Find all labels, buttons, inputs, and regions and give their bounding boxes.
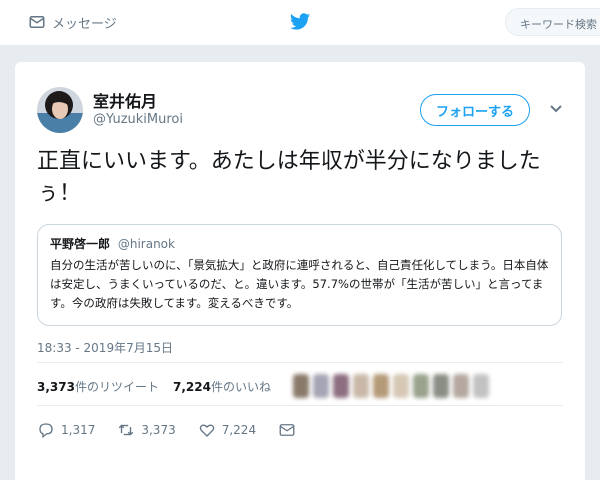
follow-button[interactable]: フォローする: [420, 94, 530, 126]
search-input[interactable]: キーワード検索: [505, 8, 600, 36]
direct-message-button[interactable]: [278, 421, 296, 439]
quoted-tweet-text: 自分の生活が苦しいのに、「景気拡大」と政府に連呼されると、自己責任化してしまう。…: [50, 258, 549, 310]
engagement-stats: 3,373件のリツイート 7,224件のいいね: [37, 378, 271, 395]
liker-avatar[interactable]: [293, 374, 309, 398]
tweet-actions: 1,317 3,373 7,224: [37, 420, 318, 440]
liker-avatar[interactable]: [333, 374, 349, 398]
liker-avatar[interactable]: [473, 374, 489, 398]
quoted-tweet-header: 平野啓一郎 @hiranok: [50, 235, 549, 252]
messages-label: メッセージ: [52, 16, 117, 32]
twitter-bird-icon[interactable]: [288, 11, 312, 33]
messages-nav-link[interactable]: メッセージ: [28, 12, 117, 32]
retweet-stat[interactable]: 3,373件のリツイート: [37, 378, 159, 395]
retweet-count: 3,373: [141, 423, 176, 437]
liker-avatar[interactable]: [453, 374, 469, 398]
like-stat-label: 件のいいね: [210, 380, 271, 394]
author-handle[interactable]: @YuzukiMuroi: [93, 112, 183, 127]
liker-avatar[interactable]: [353, 374, 369, 398]
envelope-icon: [29, 16, 45, 28]
retweet-button[interactable]: 3,373: [117, 421, 176, 439]
chevron-down-icon[interactable]: [548, 100, 564, 116]
liker-avatar[interactable]: [413, 374, 429, 398]
heart-icon: [199, 424, 214, 437]
author-name[interactable]: 室井佑月: [93, 88, 157, 112]
divider: [37, 362, 563, 363]
quoted-author-handle: @hiranok: [117, 237, 175, 251]
reply-count: 1,317: [61, 423, 96, 437]
liker-avatar[interactable]: [373, 374, 389, 398]
liker-avatar[interactable]: [393, 374, 409, 398]
reply-icon: [39, 423, 53, 439]
like-stat[interactable]: 7,224件のいいね: [173, 378, 271, 395]
tweet-timestamp[interactable]: 18:33 - 2019年7月15日: [37, 339, 173, 356]
reply-button[interactable]: 1,317: [37, 421, 95, 439]
tweet-text: 正直にいいます。あたしは年収が半分になりましたぅ！: [37, 149, 541, 206]
liker-avatar[interactable]: [433, 374, 449, 398]
tweet-card: 室井佑月 @YuzukiMuroi フォローする 正直にいいます。あたしは年収が…: [15, 62, 585, 480]
avatar[interactable]: [37, 87, 83, 133]
retweet-stat-count: 3,373: [37, 380, 75, 394]
liker-avatars: [293, 370, 489, 402]
liker-avatar[interactable]: [313, 374, 329, 398]
like-count: 7,224: [221, 423, 257, 437]
divider: [37, 405, 563, 406]
like-button[interactable]: 7,224: [198, 421, 256, 439]
envelope-icon: [279, 424, 295, 436]
avatar-image: [37, 87, 83, 133]
quoted-author-name: 平野啓一郎: [50, 237, 111, 251]
top-nav: メッセージ キーワード検索: [0, 0, 600, 46]
retweet-icon: [119, 424, 134, 436]
quoted-tweet[interactable]: 平野啓一郎 @hiranok 自分の生活が苦しいのに、「景気拡大」と政府に連呼さ…: [37, 224, 562, 326]
retweet-stat-label: 件のリツイート: [74, 380, 159, 394]
like-stat-count: 7,224: [172, 380, 211, 394]
